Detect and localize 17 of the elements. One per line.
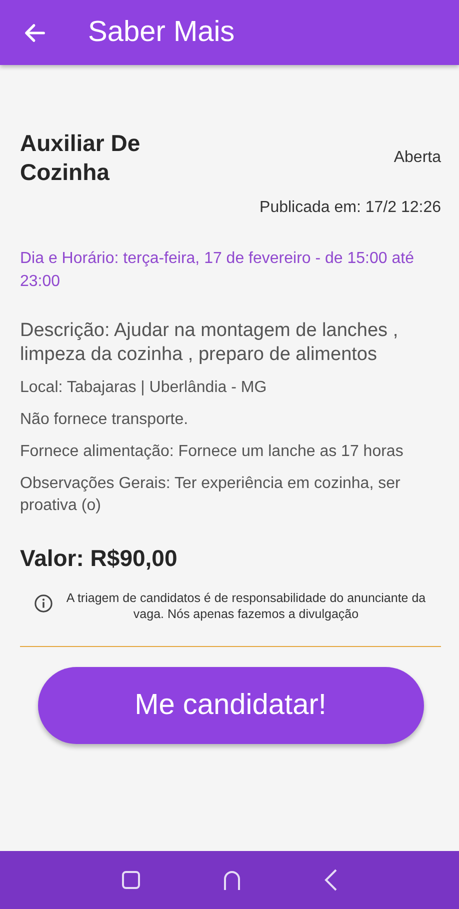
home-icon[interactable] bbox=[222, 869, 242, 891]
detail-text: Local: Tabajaras | Uberlândia - MG bbox=[20, 378, 268, 398]
detail-text: Não fornece transporte. bbox=[20, 410, 190, 430]
info-icon bbox=[34, 594, 53, 613]
detail-text: Observações Gerais: Ter experiência em cozinha, ser proativa (o) bbox=[20, 474, 402, 516]
published-date: Publicada em: 17/2 12:26 bbox=[260, 199, 441, 217]
detail-text: Fornece alimentação: Fornece um lanche as 17 horas bbox=[20, 442, 404, 462]
back-icon[interactable] bbox=[324, 868, 338, 892]
schedule-text: Dia e Horário: terça-feira, 17 de fevereiro - de 15:00 até 23:00 bbox=[20, 249, 415, 292]
recents-icon[interactable] bbox=[120, 870, 141, 890]
job-title: Auxiliar De Cozinha bbox=[20, 129, 142, 187]
screen-title: Saber Mais bbox=[88, 16, 235, 49]
disclaimer-text: A triagem de candidatos é de responsabilidade do anunciante da vaga. Nós apenas fazemos a divulgação bbox=[65, 590, 427, 622]
price-text: Valor: R$90,00 bbox=[20, 545, 178, 572]
apply-button[interactable]: Me candidatar! bbox=[38, 667, 424, 744]
description-text: Descrição: Ajudar na montagem de lanches , limpeza da cozinha , preparo de alimentos bbox=[20, 319, 400, 367]
job-status: Aberta bbox=[394, 149, 441, 167]
